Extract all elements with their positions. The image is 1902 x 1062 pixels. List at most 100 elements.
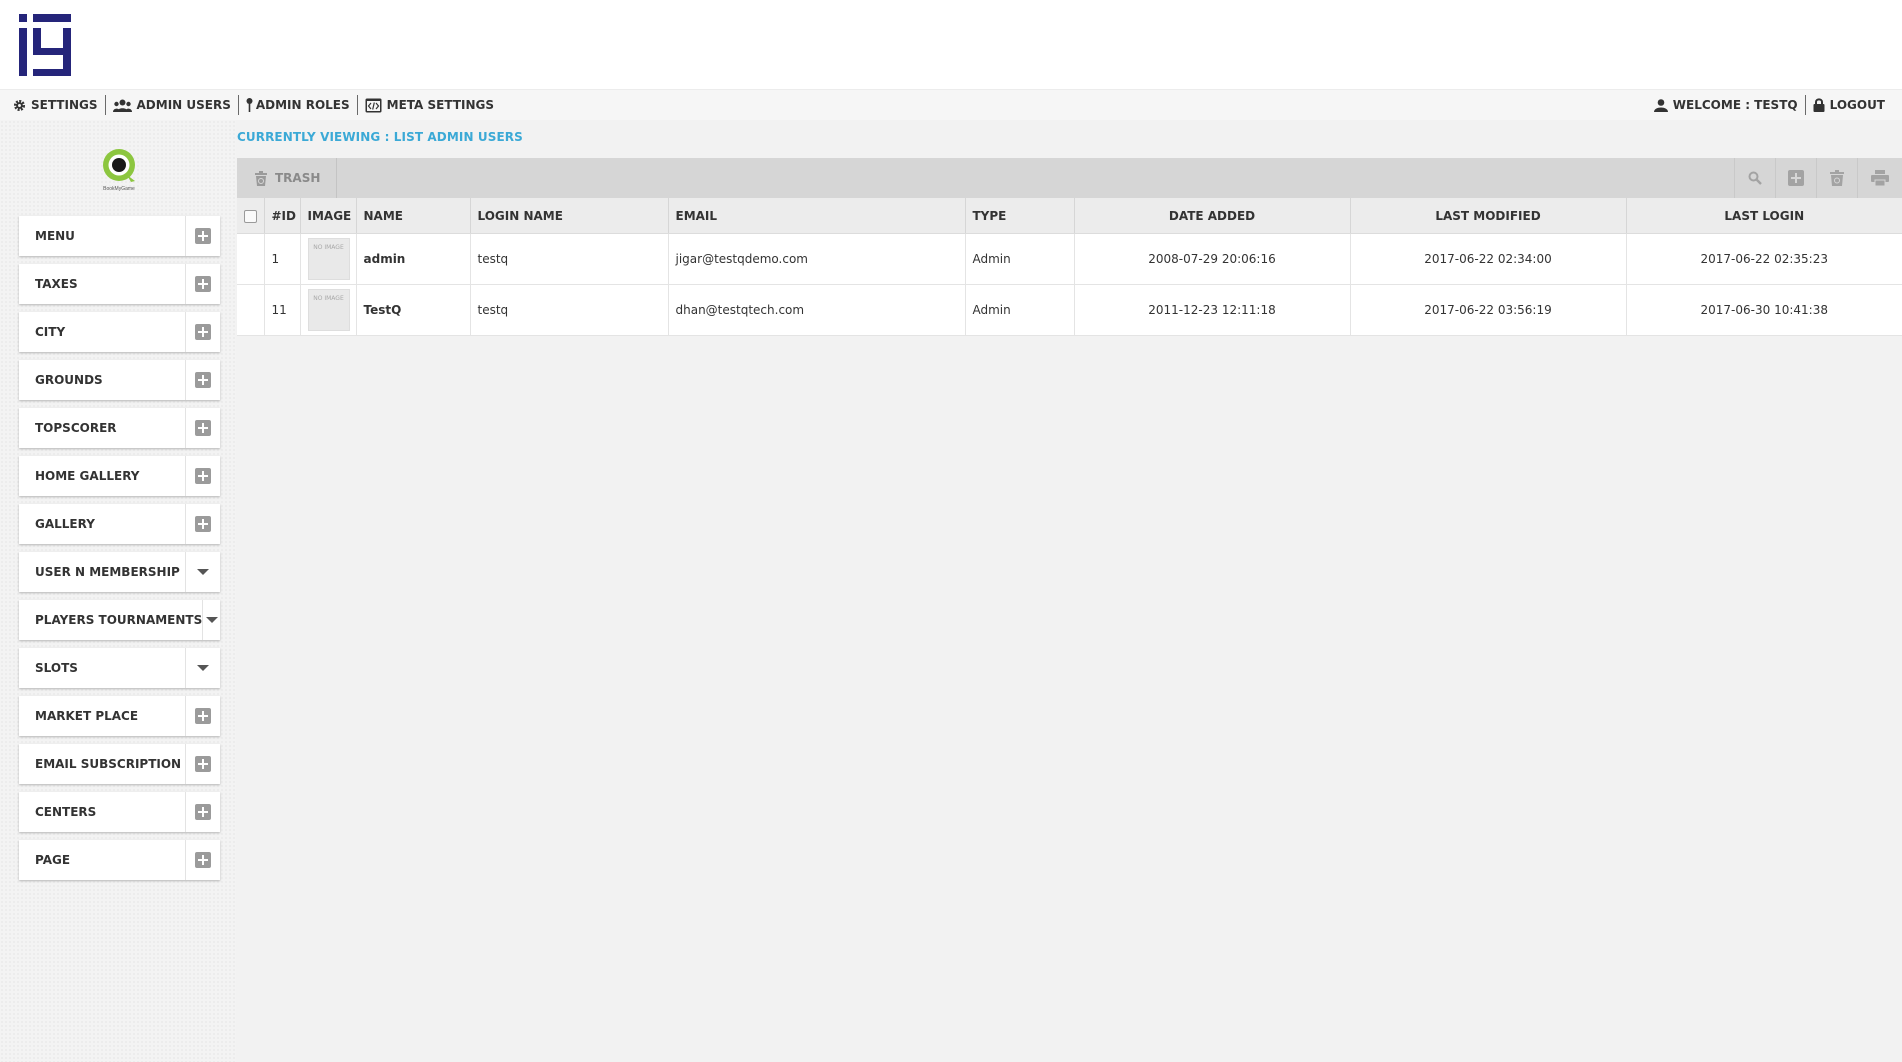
cell-name[interactable]: admin	[356, 233, 471, 285]
expand-button[interactable]	[185, 456, 220, 496]
plus-icon	[195, 804, 211, 820]
user-icon	[1653, 98, 1668, 112]
sidebar-item-label: EMAIL SUBSCRIPTION	[35, 757, 182, 771]
cell-login-name: testq	[470, 233, 669, 285]
header-bar	[0, 0, 1902, 90]
header-type[interactable]: TYPE	[965, 198, 1075, 234]
cell-login-name: testq	[470, 284, 669, 336]
expand-button[interactable]	[185, 744, 220, 784]
sidebar-item-label: HOME GALLERY	[35, 469, 140, 483]
cell-id: 11	[264, 284, 301, 336]
sidebar-item-label: GROUNDS	[35, 373, 103, 387]
sidebar-item-page[interactable]: PAGE	[19, 840, 220, 880]
code-icon	[365, 98, 382, 112]
sidebar-item-email-subscription[interactable]: EMAIL SUBSCRIPTION	[19, 744, 220, 784]
table-row[interactable]: 11 NO IMAGE TestQ testq dhan@testqtech.c…	[237, 284, 1902, 336]
sidebar-item-market-place[interactable]: MARKET PLACE	[19, 696, 220, 736]
sidebar-item-label: TOPSCORER	[35, 421, 117, 435]
sidebar-item-label: SLOTS	[35, 661, 78, 675]
header-email[interactable]: EMAIL	[668, 198, 966, 234]
sidebar-item-slots[interactable]: SLOTS	[19, 648, 220, 688]
expand-button[interactable]	[185, 408, 220, 448]
sidebar-item-grounds[interactable]: GROUNDS	[19, 360, 220, 400]
header-id[interactable]: #ID	[264, 198, 301, 234]
print-icon	[1871, 170, 1889, 186]
table-header-row: #ID IMAGE NAME LOGIN NAME EMAIL TYPE DAT…	[237, 198, 1902, 234]
trash-icon	[255, 170, 267, 186]
expand-button[interactable]	[185, 840, 220, 880]
sidebar-item-label: MENU	[35, 229, 75, 243]
plus-icon	[195, 228, 211, 244]
logout-button[interactable]: LOGOUT	[1804, 95, 1892, 115]
bookmygame-logo-icon[interactable]: BookMyGame	[100, 148, 138, 192]
sidebar-item-players-tournaments[interactable]: PLAYERS TOURNAMENTS	[19, 600, 220, 640]
users-icon	[112, 99, 132, 112]
sidebar-item-topscorer[interactable]: TOPSCORER	[19, 408, 220, 448]
expand-button[interactable]	[185, 264, 220, 304]
nav-admin-users[interactable]: ADMIN USERS	[104, 95, 238, 115]
expand-button[interactable]	[185, 504, 220, 544]
header-image[interactable]: IMAGE	[300, 198, 357, 234]
header-login-name[interactable]: LOGIN NAME	[470, 198, 669, 234]
header-name[interactable]: NAME	[356, 198, 471, 234]
nav-admin-roles[interactable]: ADMIN ROLES	[237, 95, 357, 115]
delete-button[interactable]	[1816, 158, 1857, 198]
header-date-added[interactable]: DATE ADDED	[1074, 198, 1351, 234]
cell-date-added: 2011-12-23 12:11:18	[1074, 284, 1351, 336]
expand-button[interactable]	[185, 696, 220, 736]
cell-name[interactable]: TestQ	[356, 284, 471, 336]
expand-button[interactable]	[185, 312, 220, 352]
sidebar-item-menu[interactable]: MENU	[19, 216, 220, 256]
welcome-user[interactable]: WELCOME : TESTQ	[1641, 95, 1805, 115]
expand-button[interactable]	[185, 216, 220, 256]
sidebar-item-label: PAGE	[35, 853, 71, 867]
table-row[interactable]: 1 NO IMAGE admin testq jigar@testqdemo.c…	[237, 233, 1902, 285]
nav-settings[interactable]: SETTINGS	[0, 95, 105, 115]
sidebar-item-home-gallery[interactable]: HOME GALLERY	[19, 456, 220, 496]
sidebar-item-user-n-membership[interactable]: USER N MEMBERSHIP	[19, 552, 220, 592]
plus-icon	[195, 852, 211, 868]
row-select-cell	[237, 284, 265, 336]
select-all-checkbox[interactable]	[244, 209, 257, 223]
expand-button[interactable]	[185, 360, 220, 400]
dropdown-button[interactable]	[185, 552, 220, 592]
sidebar-item-centers[interactable]: CENTERS	[19, 792, 220, 832]
expand-button[interactable]	[185, 792, 220, 832]
cell-image: NO IMAGE	[300, 284, 357, 336]
lock-icon	[1813, 98, 1825, 112]
add-icon	[1788, 170, 1804, 186]
welcome-label: WELCOME : TESTQ	[1672, 98, 1798, 112]
plus-icon	[195, 756, 211, 772]
row-select-cell	[237, 233, 265, 285]
dropdown-button[interactable]	[202, 600, 220, 640]
sidebar-item-city[interactable]: CITY	[19, 312, 220, 352]
caret-down-icon	[205, 617, 218, 623]
dropdown-button[interactable]	[185, 648, 220, 688]
sidebar-item-label: CENTERS	[35, 805, 97, 819]
sidebar-item-label: TAXES	[35, 277, 78, 291]
trash-button[interactable]: TRASH	[237, 158, 338, 198]
list-toolbar: TRASH	[237, 158, 1902, 198]
iq-logo-icon[interactable]	[19, 14, 71, 76]
sidebar-menu: MENU TAXES CITY GROUNDS TOPSCORER HOME G…	[19, 216, 220, 888]
cell-email: dhan@testqtech.com	[668, 284, 966, 336]
logout-label: LOGOUT	[1829, 98, 1885, 112]
sidebar: BookMyGame MENU TAXES CITY GROUNDS TOPSC…	[0, 120, 236, 1062]
sidebar-item-label: PLAYERS TOURNAMENTS	[35, 613, 203, 627]
nav-meta-settings[interactable]: META SETTINGS	[356, 95, 501, 115]
sidebar-item-taxes[interactable]: TAXES	[19, 264, 220, 304]
sidebar-item-gallery[interactable]: GALLERY	[19, 504, 220, 544]
print-button[interactable]	[1857, 158, 1902, 198]
pin-icon	[246, 98, 253, 112]
header-last-login[interactable]: LAST LOGIN	[1626, 198, 1902, 234]
header-last-modified[interactable]: LAST MODIFIED	[1350, 198, 1627, 234]
caret-down-icon	[197, 665, 209, 671]
add-button[interactable]	[1775, 158, 1816, 198]
cell-last-login: 2017-06-22 02:35:23	[1626, 233, 1902, 285]
cell-id: 1	[264, 233, 301, 285]
search-button[interactable]	[1734, 158, 1775, 198]
plus-icon	[195, 420, 211, 436]
nav-admin-roles-label: ADMIN ROLES	[255, 98, 350, 112]
nav-meta-settings-label: META SETTINGS	[386, 98, 494, 112]
cell-type: Admin	[965, 284, 1075, 336]
